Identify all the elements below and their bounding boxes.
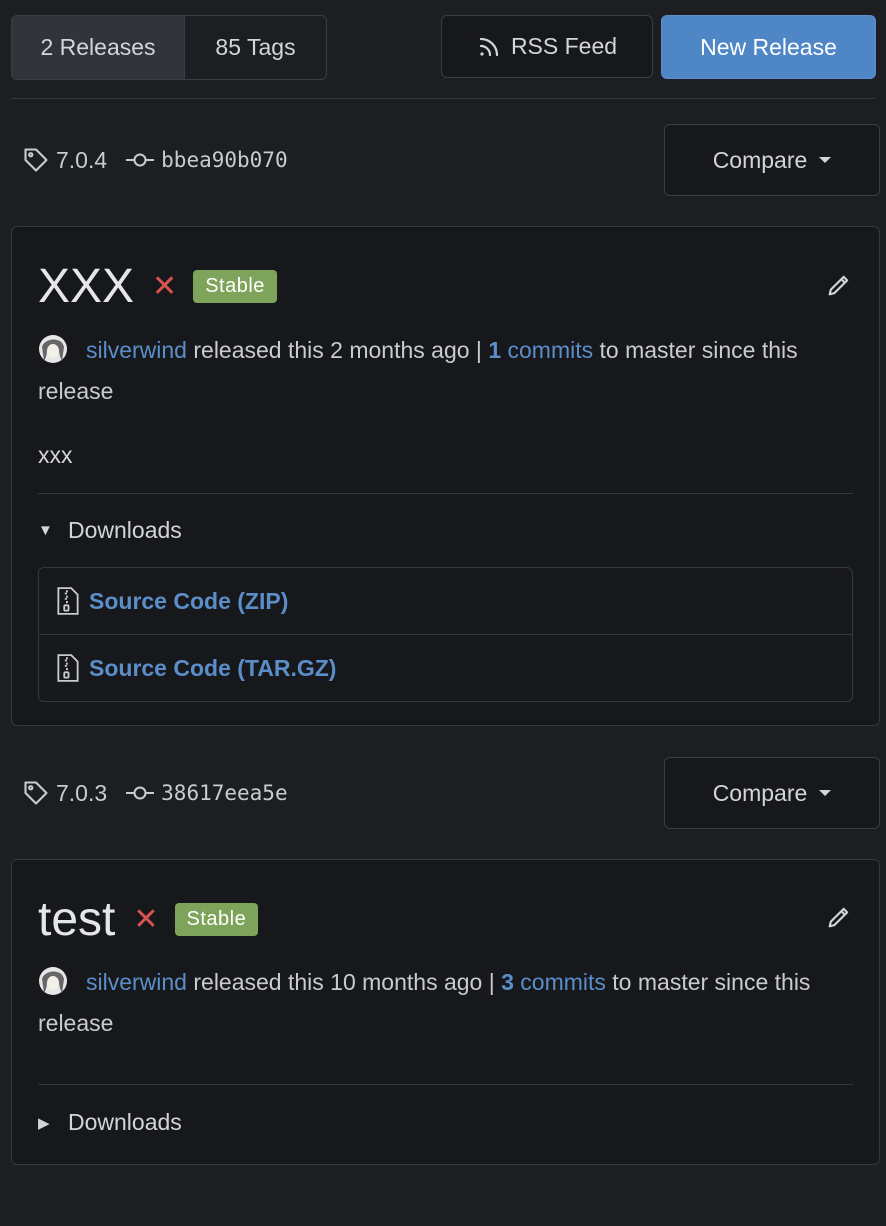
asset-label: Source Code (ZIP) (89, 587, 289, 614)
triangle-down-icon: ▼ (38, 522, 53, 539)
commit-icon (126, 153, 155, 167)
commit-sha[interactable]: bbea90b070 (161, 148, 287, 172)
release-tag-row: 7.0.4 bbea90b070 (22, 142, 288, 178)
file-zip-icon (57, 654, 79, 682)
compare-dropdown[interactable]: Compare (664, 124, 880, 196)
source-targz-link[interactable]: Source Code (TAR.GZ) (39, 634, 852, 701)
commit-sha[interactable]: 38617eea5e (161, 781, 287, 805)
compare-dropdown[interactable]: Compare (664, 757, 880, 829)
stable-badge: Stable (193, 270, 277, 303)
source-zip-link[interactable]: Source Code (ZIP) (39, 568, 852, 634)
downloads-label: Downloads (68, 517, 182, 543)
chevron-down-icon (819, 157, 832, 163)
releases-tags-switch: 2 Releases 85 Tags (11, 15, 327, 80)
avatar[interactable] (38, 965, 68, 997)
release-notes: xxx (38, 442, 73, 468)
stable-badge: Stable (174, 903, 259, 936)
release-tag-row: 7.0.3 38617eea5e (22, 775, 288, 811)
tag-name[interactable]: 7.0.3 (56, 780, 107, 807)
release-title-row: test ✕ Stable (38, 892, 259, 947)
downloads-toggle[interactable]: ▼ Downloads (38, 517, 182, 544)
commits-link[interactable]: 3 commits (501, 969, 606, 995)
card-divider (38, 1084, 853, 1085)
release-title[interactable]: test (38, 892, 115, 947)
commits-label: commits (520, 969, 606, 995)
close-icon: ✕ (152, 270, 178, 303)
commit-icon (126, 786, 155, 800)
releases-tab[interactable]: 2 Releases (12, 16, 185, 79)
release-card: XXX ✕ Stable silverwind released this 2 … (11, 226, 880, 726)
avatar[interactable] (38, 333, 68, 365)
commit-count: 1 (488, 337, 502, 363)
tag-icon (24, 148, 48, 172)
triangle-right-icon: ▶ (38, 1114, 50, 1132)
release-meta: silverwind released this 2 months ago | … (38, 330, 818, 412)
compare-label: Compare (712, 146, 808, 173)
pencil-icon[interactable] (825, 271, 853, 299)
released-text: released this 10 months ago | (193, 969, 495, 995)
new-release-button[interactable]: New Release (661, 15, 876, 79)
card-divider (38, 493, 853, 494)
file-zip-icon (57, 587, 79, 615)
released-text: released this 2 months ago | (193, 337, 482, 363)
downloads-toggle[interactable]: ▶ Downloads (38, 1109, 182, 1136)
downloads-list: Source Code (ZIP) Source Code (TAR.GZ) (38, 567, 853, 702)
release-title[interactable]: XXX (38, 259, 134, 314)
commits-label: commits (507, 337, 594, 363)
asset-label: Source Code (TAR.GZ) (89, 654, 337, 681)
downloads-label: Downloads (68, 1109, 182, 1135)
tag-icon (24, 781, 48, 805)
author-link[interactable]: silverwind (86, 337, 187, 363)
rss-icon (479, 37, 499, 56)
chevron-down-icon (819, 790, 832, 796)
tags-tab[interactable]: 85 Tags (185, 16, 326, 79)
release-card: test ✕ Stable silverwind released this 1… (11, 859, 880, 1165)
author-link[interactable]: silverwind (86, 969, 187, 995)
release-meta: silverwind released this 10 months ago |… (38, 962, 818, 1044)
commit-count: 3 (501, 969, 514, 995)
close-icon: ✕ (133, 903, 159, 936)
commits-link[interactable]: 1 commits (488, 337, 593, 363)
compare-label: Compare (712, 779, 808, 806)
tag-name[interactable]: 7.0.4 (56, 147, 107, 174)
rss-feed-button[interactable]: RSS Feed (441, 15, 653, 78)
pencil-icon[interactable] (825, 903, 853, 931)
release-title-row: XXX ✕ Stable (38, 259, 277, 314)
toolbar-divider (11, 98, 875, 99)
rss-feed-label: RSS Feed (510, 33, 618, 59)
